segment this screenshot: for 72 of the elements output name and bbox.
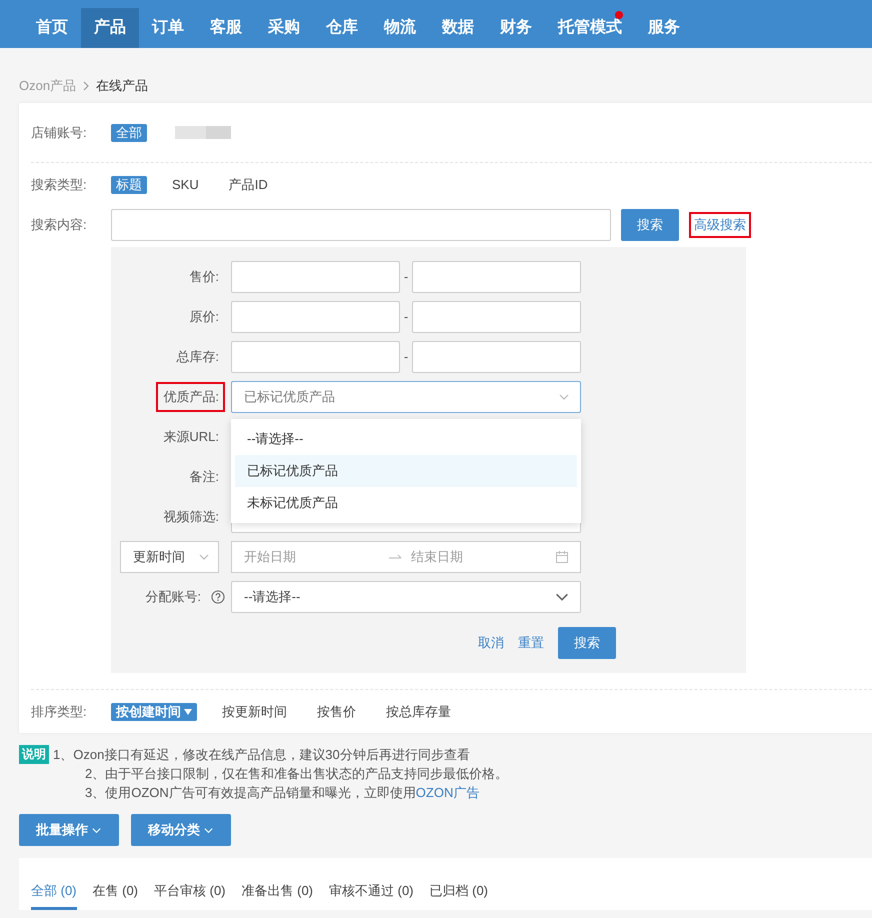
nav-item[interactable]: 订单 <box>139 8 197 48</box>
search-field[interactable] <box>111 209 611 242</box>
search-button[interactable]: 搜索 <box>621 209 679 242</box>
min-input[interactable] <box>231 341 400 374</box>
nav-item[interactable]: 首页 <box>23 8 81 48</box>
calendar-icon <box>556 551 568 564</box>
redacted-block <box>175 126 231 140</box>
nav-item[interactable]: 仓库 <box>313 8 371 48</box>
range-dash: - <box>402 309 410 326</box>
breadcrumb-link[interactable]: Ozon产品 <box>19 78 76 94</box>
date-range-field[interactable]: 开始日期 结束日期 <box>231 541 581 574</box>
nav-item[interactable]: 托管模式 <box>545 8 635 48</box>
nav-item[interactable]: 采购 <box>255 8 313 48</box>
search-button[interactable]: 搜索 <box>558 627 616 660</box>
field-label: 分配账号: <box>144 588 202 606</box>
menu-option[interactable]: 已标记优质产品 <box>235 455 577 488</box>
max-input[interactable] <box>412 341 581 374</box>
filter-label: 搜索类型: <box>31 177 88 194</box>
nav-item[interactable]: 数据 <box>429 8 487 48</box>
field-label: 视频筛选: <box>162 508 220 526</box>
filter-option[interactable]: 标题 <box>111 176 147 194</box>
sort-option[interactable]: 按更新时间 <box>217 702 292 721</box>
sort-option[interactable]: 按创建时间 <box>111 702 197 721</box>
sort-option[interactable]: 按售价 <box>312 702 361 721</box>
nav-item[interactable]: 产品 <box>81 8 139 48</box>
field-label: 原价: <box>188 308 220 326</box>
max-input[interactable] <box>412 261 581 294</box>
status-tab[interactable]: 全部 (0) <box>31 873 76 910</box>
status-tab[interactable]: 准备出售 (0) <box>242 873 313 910</box>
field-label: 来源URL: <box>162 428 220 446</box>
help-icon[interactable] <box>211 590 225 604</box>
nav-item[interactable]: 客服 <box>197 8 255 48</box>
range-dash: - <box>402 349 410 366</box>
nav-item[interactable]: 物流 <box>371 8 429 48</box>
note-badge: 说明 <box>19 745 49 764</box>
note-text: 3、使用OZON广告可有效提高产品销量和曝光，立即使用OZON广告 <box>84 784 480 802</box>
advanced-search-link[interactable]: 高级搜索 <box>689 212 751 238</box>
field-label: 总库存: <box>175 348 220 366</box>
caret-down-icon <box>184 708 192 715</box>
sort-option[interactable]: 按总库存量 <box>381 702 456 721</box>
field-label: 优质产品: <box>156 382 225 412</box>
filter-option[interactable]: 产品ID <box>224 176 273 194</box>
breadcrumb-current: 在线产品 <box>96 78 148 94</box>
time-type-select[interactable]: 更新时间 <box>120 541 219 574</box>
ad-link[interactable]: OZON广告 <box>416 785 480 800</box>
field-label: 备注: <box>188 468 220 486</box>
filter-label: 搜索内容: <box>31 217 88 234</box>
status-tab[interactable]: 已归档 (0) <box>430 873 488 910</box>
range-dash: - <box>402 269 410 286</box>
status-tab[interactable]: 审核不通过 (0) <box>329 873 414 910</box>
nav-item[interactable]: 财务 <box>487 8 545 48</box>
nav-item[interactable]: 服务 <box>635 8 693 48</box>
status-tab[interactable]: 在售 (0) <box>92 873 138 910</box>
bulk-action-button[interactable]: 批量操作 <box>19 814 119 846</box>
arrow-right-icon <box>389 553 403 562</box>
reset-link[interactable]: 重置 <box>518 635 544 652</box>
filter-option[interactable]: 全部 <box>111 124 147 142</box>
min-input[interactable] <box>231 261 400 294</box>
status-tab[interactable]: 平台审核 (0) <box>154 873 226 910</box>
note-text: 1、Ozon接口有延迟，修改在线产品信息，建议30分钟后再进行同步查看 <box>53 746 471 764</box>
select-field[interactable]: 已标记优质产品 <box>231 381 581 414</box>
select-field[interactable]: --请选择-- <box>231 581 581 614</box>
filter-label: 店铺账号: <box>31 124 88 141</box>
max-input[interactable] <box>412 301 581 334</box>
note-text: 2、由于平台接口限制，仅在售和准备出售状态的产品支持同步最低价格。 <box>84 765 508 784</box>
cancel-link[interactable]: 取消 <box>478 635 504 652</box>
filter-option[interactable]: SKU <box>167 176 204 194</box>
field-label: 售价: <box>188 268 220 286</box>
filter-label: 排序类型: <box>31 704 88 720</box>
chevron-right-icon <box>82 81 90 92</box>
bulk-action-button[interactable]: 移动分类 <box>131 814 231 846</box>
min-input[interactable] <box>231 301 400 334</box>
